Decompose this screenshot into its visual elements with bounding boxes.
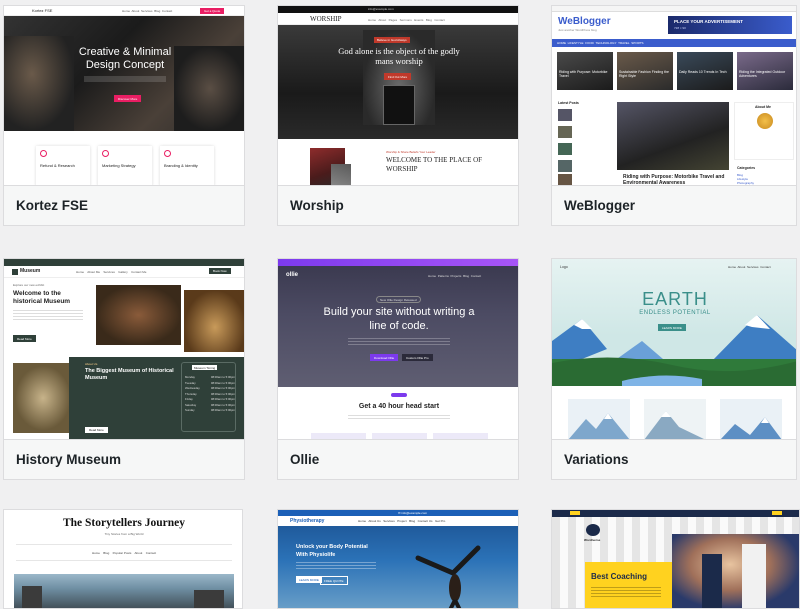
- theme-screenshot: ollie Home Patterns Projects Blog Contac…: [278, 259, 518, 440]
- avatar: [757, 113, 773, 129]
- logo-badge: [586, 524, 600, 536]
- learn-more-button: LEARN MORE: [296, 576, 322, 583]
- site-logo: Physiotherapy: [290, 518, 325, 524]
- hero-button: Find Out More: [384, 73, 412, 80]
- featured-post-image: [617, 102, 729, 170]
- hero-title: Build your site without writing a line o…: [323, 306, 475, 332]
- hero-button: Discover More: [114, 95, 142, 102]
- corridor-image: [13, 363, 73, 433]
- marketing-icon: [102, 150, 109, 157]
- banner-title: Best Coaching: [591, 572, 648, 581]
- site-title: The Storytellers Journey: [62, 517, 185, 529]
- nav-menu: Home About Services Blog Contact: [122, 9, 173, 13]
- pro-button: Custom Ollie Pro: [402, 354, 433, 361]
- theme-screenshot: info@example.com WORSHIP Home About Page…: [278, 6, 518, 187]
- hero-title: EARTH: [642, 289, 708, 309]
- feature-title: Branding & Identity: [164, 163, 198, 168]
- hero-title: Creative & Minimal Design Concept: [78, 46, 172, 71]
- latest-posts-heading: Latest Posts: [558, 101, 579, 105]
- site-logo: WORSHIP: [310, 15, 342, 23]
- book-button: Book Now: [209, 268, 231, 274]
- quote-button: Get a Quote: [200, 8, 225, 14]
- theme-card-best-coaching[interactable]: Wordiverse Best Coaching: [551, 509, 800, 609]
- hero-title: God alone is the object of the godly man…: [338, 46, 460, 66]
- theme-name: Kortez FSE: [4, 185, 244, 225]
- theme-screenshot: The Storytellers Journey Tiny Stories fr…: [4, 510, 242, 608]
- hero-banner: Best Coaching: [585, 562, 677, 608]
- feature-title: Refund & Research: [40, 163, 75, 168]
- theme-screenshot: Logo Home About Services Contact EARTH E…: [552, 259, 796, 440]
- athlete-image: [672, 534, 799, 608]
- yoga-figure: [415, 545, 481, 608]
- hero-title: Welcome to the historical Museum: [13, 290, 71, 305]
- welcome-label: Worship & Share Beliefs Your Leader: [386, 150, 436, 154]
- site-logo: Wordiverse: [584, 538, 601, 542]
- theme-card-physiotherapy[interactable]: ✉ info@example.com Physiotherapy Home Ab…: [277, 509, 519, 609]
- hero-label: Believe in God Always: [374, 37, 410, 43]
- theme-screenshot: WeBlogger Just another WordPress blog PL…: [552, 6, 796, 187]
- welcome-title: WELCOME TO THE PLACE OF WORSHIP: [386, 156, 483, 173]
- nav-menu: HOME LIFESTYLE FOOD TECHNOLOGY TRAVEL SP…: [552, 39, 796, 47]
- nav-menu: Home Blog Popular Posts About Contact: [91, 551, 157, 555]
- hero-image: [14, 574, 234, 608]
- site-logo: Logo: [560, 265, 568, 269]
- section-title: Get a 40 hour head start: [358, 403, 440, 410]
- church-photo-2: [331, 164, 351, 187]
- about-button: Read More: [85, 427, 108, 433]
- refund-icon: [40, 150, 47, 157]
- theme-name: WeBlogger: [552, 185, 796, 225]
- tagline: Just another WordPress blog: [558, 28, 597, 32]
- theme-name: Ollie: [278, 439, 518, 479]
- theme-card-variations[interactable]: Logo Home About Services Contact EARTH E…: [551, 258, 797, 480]
- cathedral-image: [184, 290, 244, 352]
- about-me-heading: About Me: [755, 105, 771, 109]
- hero-image: [4, 16, 244, 131]
- site-logo: WeBlogger: [558, 16, 611, 27]
- about-panel: About Us The Biggest Museum of Historica…: [69, 357, 244, 440]
- theme-screenshot: Museum Home About Me Services Gallery Co…: [4, 259, 244, 440]
- painting-image: [96, 285, 181, 345]
- theme-card-worship[interactable]: info@example.com WORSHIP Home About Page…: [277, 5, 519, 226]
- theme-name: History Museum: [4, 439, 244, 479]
- about-title: The Biggest Museum of Historical Museum: [85, 368, 174, 381]
- theme-screenshot: Kortez FSE Home About Services Blog Cont…: [4, 6, 244, 187]
- museum-icon: [12, 269, 18, 275]
- hero-button: Read More: [13, 335, 36, 342]
- theme-card-ollie[interactable]: ollie Home Patterns Projects Blog Contac…: [277, 258, 519, 480]
- theme-screenshot: Wordiverse Best Coaching: [552, 510, 799, 608]
- ad-banner: PLACE YOUR ADVERTISEMENT 728 × 90: [668, 16, 792, 34]
- theme-card-storytellers[interactable]: The Storytellers Journey Tiny Stories fr…: [3, 509, 243, 609]
- hero-section: Logo Home About Services Contact EARTH E…: [552, 259, 796, 386]
- theme-name: Worship: [278, 185, 518, 225]
- release-badge: New Ollie Design Released: [376, 296, 421, 303]
- branding-icon: [164, 150, 171, 157]
- quote-button: FREE QUOTE: [320, 576, 348, 585]
- download-button: Download Ollie: [370, 354, 399, 361]
- theme-name: Variations: [552, 439, 796, 479]
- mountain-illustration: [552, 315, 796, 386]
- tagline: Tiny Stories from a Big World: [104, 532, 144, 536]
- hero-title: Unlock your Body Potential With Physioli…: [296, 544, 368, 558]
- timing-table: Museum Timing Monday 08:00am to 5:00pm Tu…: [181, 362, 236, 432]
- feature-title: Marketing Strategy: [102, 163, 136, 168]
- top-bar-email: info@example.com: [368, 7, 394, 11]
- theme-card-weblogger[interactable]: WeBlogger Just another WordPress blog PL…: [551, 5, 797, 226]
- theme-card-kortez[interactable]: Kortez FSE Home About Services Blog Cont…: [3, 5, 245, 226]
- hero-section: ollie Home Patterns Projects Blog Contac…: [278, 266, 518, 387]
- site-logo: Museum: [20, 268, 41, 274]
- theme-card-history-museum[interactable]: Museum Home About Me Services Gallery Co…: [3, 258, 245, 480]
- theme-screenshot: ✉ info@example.com Physiotherapy Home Ab…: [278, 510, 518, 608]
- categories-heading: Categories: [737, 166, 756, 170]
- site-logo: ollie: [286, 272, 299, 278]
- site-logo: Kortez FSE: [32, 8, 53, 13]
